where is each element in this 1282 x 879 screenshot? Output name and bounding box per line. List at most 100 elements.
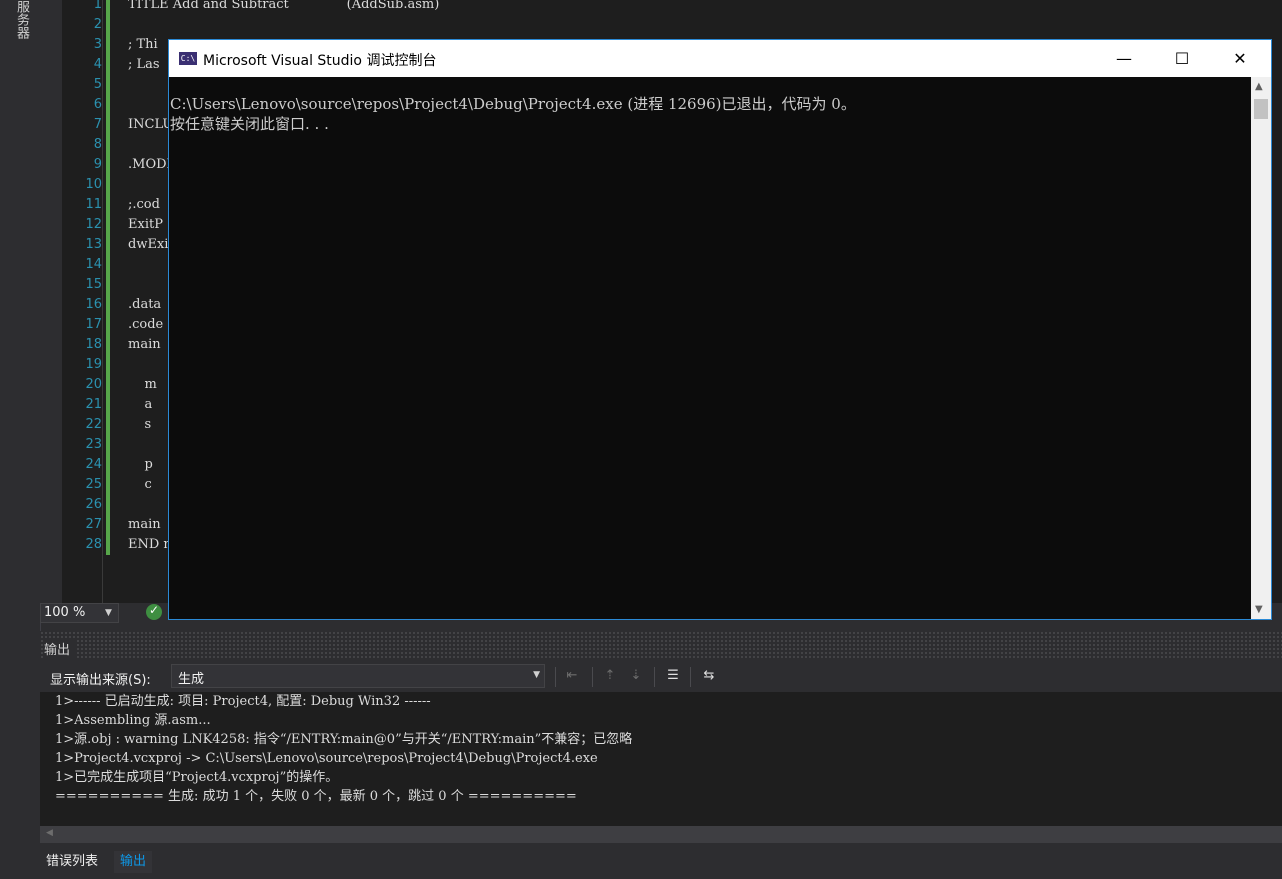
line-number: 7: [93, 117, 102, 132]
console-line: 按任意键关闭此窗口. . .: [170, 115, 329, 133]
go-to-message-icon[interactable]: ⇤: [563, 667, 581, 685]
change-marker: [106, 55, 110, 75]
change-marker: [106, 255, 110, 275]
chevron-down-icon: ▼: [105, 608, 112, 618]
bottom-tab-bar: 错误列表 输出: [40, 848, 1282, 879]
code-line: 2: [40, 15, 1282, 35]
code-text: main: [128, 517, 165, 532]
change-marker: [106, 275, 110, 295]
output-source-value: 生成: [178, 672, 205, 687]
line-number: 9: [93, 157, 102, 172]
code-line: 1 TITLE Add and Subtract (AddSub.asm): [40, 0, 1282, 15]
output-toolbar: 显示输出来源(S): 生成 ▼ ⇤ ⇡ ⇣ ☰ ⇆: [40, 661, 1282, 691]
left-tool-strip: 服务器: [0, 0, 41, 879]
output-line: 1>已完成生成项目“Project4.vcxproj”的操作。: [55, 770, 339, 785]
line-number: 3: [93, 37, 102, 52]
code-text: p: [128, 457, 153, 472]
output-line: ========== 生成: 成功 1 个，失败 0 个，最新 0 个，跳过 0…: [55, 789, 577, 804]
code-text: ; Las: [128, 57, 160, 72]
code-text: ExitP: [128, 217, 163, 232]
output-source-select[interactable]: 生成 ▼: [171, 664, 545, 688]
line-number: 11: [85, 197, 102, 212]
console-app-icon: C:\: [179, 52, 197, 65]
chevron-down-icon: ▼: [533, 670, 540, 680]
server-explorer-tab[interactable]: 服务器: [12, 0, 31, 39]
change-marker: [106, 455, 110, 475]
debug-console-window[interactable]: C:\ Microsoft Visual Studio 调试控制台 — ☐ ✕ …: [168, 39, 1272, 620]
code-text: TITLE Add and Subtract (AddSub.asm): [128, 0, 440, 12]
code-text: INCLU: [128, 117, 174, 132]
maximize-button[interactable]: ☐: [1153, 40, 1211, 77]
line-number: 20: [85, 377, 102, 392]
change-marker: [106, 415, 110, 435]
minimize-button[interactable]: —: [1095, 40, 1153, 77]
change-marker: [106, 495, 110, 515]
clear-all-icon[interactable]: ☰: [664, 667, 682, 685]
code-text: ; Thi: [128, 37, 158, 52]
line-number: 14: [85, 257, 102, 272]
word-wrap-icon[interactable]: ⇆: [700, 667, 718, 685]
change-marker: [106, 155, 110, 175]
line-number: 5: [93, 77, 102, 92]
console-output[interactable]: C:\Users\Lenovo\source\repos\Project4\De…: [169, 77, 1251, 619]
change-marker: [106, 75, 110, 95]
toolbar-separator: [690, 667, 691, 687]
no-issues-check-icon[interactable]: [146, 603, 162, 620]
output-text-area[interactable]: 1>------ 已启动生成: 项目: Project4, 配置: Debug …: [40, 692, 1282, 826]
console-vertical-scrollbar[interactable]: ▲ ▼: [1251, 77, 1271, 619]
scroll-up-icon[interactable]: ▲: [1255, 81, 1263, 92]
line-number: 28: [85, 537, 102, 552]
change-marker: [106, 375, 110, 395]
scroll-down-icon[interactable]: ▼: [1255, 604, 1263, 615]
change-marker: [106, 215, 110, 235]
code-text: .code: [128, 317, 164, 332]
close-button[interactable]: ✕: [1211, 40, 1269, 77]
line-number: 10: [85, 177, 102, 192]
output-line: 1>Assembling 源.asm...: [55, 713, 211, 728]
line-number: 23: [85, 437, 102, 452]
code-text: dwExi: [128, 237, 169, 252]
output-line: 1>------ 已启动生成: 项目: Project4, 配置: Debug …: [55, 694, 431, 709]
change-marker: [106, 535, 110, 555]
console-title: Microsoft Visual Studio 调试控制台: [203, 53, 437, 69]
output-panel-header: 输出: [40, 631, 1282, 659]
line-number: 1: [93, 0, 102, 12]
line-number: 8: [93, 137, 102, 152]
change-marker: [106, 35, 110, 55]
change-marker: [106, 355, 110, 375]
change-marker: [106, 235, 110, 255]
change-marker: [106, 115, 110, 135]
toolbar-separator: [555, 667, 556, 687]
line-number: 15: [85, 277, 102, 292]
toolbar-separator: [654, 667, 655, 687]
change-marker: [106, 295, 110, 315]
output-horizontal-scrollbar[interactable]: ◀: [40, 826, 1282, 843]
line-number: 17: [85, 317, 102, 332]
code-text: main: [128, 337, 165, 352]
change-marker: [106, 435, 110, 455]
console-titlebar[interactable]: C:\ Microsoft Visual Studio 调试控制台 — ☐ ✕: [169, 40, 1271, 77]
next-message-icon[interactable]: ⇣: [627, 667, 645, 685]
tab-error-list[interactable]: 错误列表: [40, 851, 104, 873]
line-number: 27: [85, 517, 102, 532]
line-number: 18: [85, 337, 102, 352]
output-panel-title: 输出: [44, 639, 77, 658]
change-marker: [106, 395, 110, 415]
scrollbar-thumb[interactable]: [1254, 99, 1268, 119]
console-line: C:\Users\Lenovo\source\repos\Project4\De…: [170, 95, 856, 113]
change-marker: [106, 135, 110, 155]
change-marker: [106, 335, 110, 355]
zoom-select[interactable]: 100 % ▼: [40, 603, 119, 623]
tab-output[interactable]: 输出: [114, 851, 153, 873]
scroll-left-icon[interactable]: ◀: [46, 828, 53, 838]
line-number: 19: [85, 357, 102, 372]
change-marker: [106, 315, 110, 335]
output-panel: 输出 显示输出来源(S): 生成 ▼ ⇤ ⇡ ⇣ ☰ ⇆ 1>------ 已启…: [40, 631, 1282, 851]
line-number: 24: [85, 457, 102, 472]
line-number: 21: [85, 397, 102, 412]
output-source-label: 显示输出来源(S):: [50, 673, 151, 688]
line-number: 2: [93, 17, 102, 32]
code-text: ;.cod: [128, 197, 160, 212]
previous-message-icon[interactable]: ⇡: [601, 667, 619, 685]
line-number: 26: [85, 497, 102, 512]
